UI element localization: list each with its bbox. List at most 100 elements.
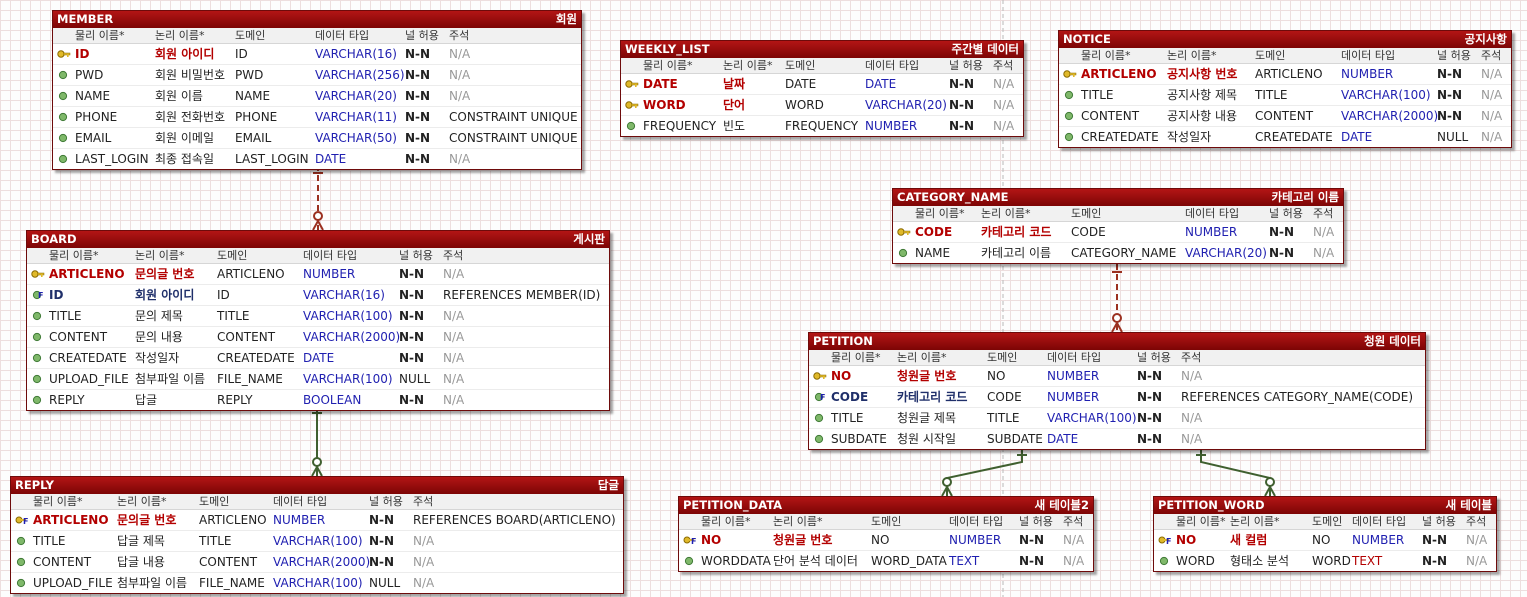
entity-pdata[interactable]: PETITION_DATA 새 테이블2 물리 이름* 논리 이름* 도메인 데이터 타입…	[678, 496, 1094, 572]
column-header-comment: 주석	[1063, 515, 1084, 528]
attribute-row[interactable]: UPLOAD_FILE 첨부파일 이름 FILE_NAME VARCHAR(100) N…	[27, 369, 609, 390]
data-type: NUMBER	[1047, 390, 1100, 404]
data-type: TEXT	[1352, 554, 1383, 568]
entity-category[interactable]: CATEGORY_NAME 카테고리 이름 물리 이름* 논리 이름* 도메인 데이터 타…	[892, 188, 1344, 264]
domain: FREQUENCY	[785, 119, 859, 133]
entity-header[interactable]: MEMBER 회원	[53, 11, 581, 28]
domain: WORD_DATA	[871, 554, 947, 568]
attribute-row[interactable]: NO 청원글 번호 NO NUMBER N-N N/A	[809, 366, 1425, 387]
attribute-row[interactable]: F NO 청원글 번호 NO NUMBER N-N N/A	[679, 530, 1093, 551]
entity-header[interactable]: CATEGORY_NAME 카테고리 이름	[893, 189, 1343, 206]
attribute-row[interactable]: CONTENT 공지사항 내용 CONTENT VARCHAR(2000) N-N N/A	[1059, 106, 1511, 127]
logical-name: 공지사항 제목	[1167, 88, 1238, 102]
attribute-row[interactable]: WORD 형태소 분석 WORD TEXT N-N N/A	[1154, 551, 1496, 571]
entity-board[interactable]: BOARD 게시판 물리 이름* 논리 이름* 도메인 데이터 타입 널 허용 주석 ARTIC…	[26, 230, 610, 411]
entity-header[interactable]: BOARD 게시판	[27, 231, 609, 248]
attribute-row[interactable]: ID 회원 아이디 ID VARCHAR(16) N-N N/A	[53, 44, 581, 65]
column-header-domain: 도메인	[1312, 515, 1343, 528]
entity-weekly[interactable]: WEEKLY_LIST 주간별 데이터 물리 이름* 논리 이름* 도메인 데이터 타입 널…	[620, 40, 1024, 137]
attribute-row[interactable]: PHONE 회원 전화번호 PHONE VARCHAR(11) N-N CONSTRAIN…	[53, 107, 581, 128]
column-icon	[813, 433, 827, 445]
logical-name: 작성일자	[1167, 130, 1212, 144]
column-header-logical-name: 논리 이름*	[773, 515, 823, 528]
comment: N/A	[1466, 554, 1488, 568]
entity-header[interactable]: PETITION 청원 데이터	[809, 333, 1425, 350]
attribute-row[interactable]: NAME 회원 이름 NAME VARCHAR(20) N-N N/A	[53, 86, 581, 107]
nullable: N-N	[399, 267, 425, 281]
attribute-row[interactable]: TITLE 답글 제목 TITLE VARCHAR(100) N-N N/A	[11, 531, 623, 552]
attribute-row[interactable]: WORD 단어 WORD VARCHAR(20) N-N N/A	[621, 95, 1023, 116]
nullable: NULL	[399, 372, 431, 386]
comment: N/A	[1481, 67, 1503, 81]
attribute-row[interactable]: CONTENT 답글 내용 CONTENT VARCHAR(2000) N-N N/A	[11, 552, 623, 573]
comment: N/A	[413, 534, 435, 548]
column-icon	[57, 90, 71, 102]
data-type: VARCHAR(11)	[315, 110, 397, 124]
data-type: DATE	[315, 152, 347, 166]
attribute-row[interactable]: CONTENT 문의 내용 CONTENT VARCHAR(2000) N-N N/A	[27, 327, 609, 348]
attribute-row[interactable]: NAME 카테고리 이름 CATEGORY_NAME VARCHAR(20) N-N N/…	[893, 243, 1343, 263]
attribute-row[interactable]: SUBDATE 청원 시작일 SUBDATE DATE N-N N/A	[809, 429, 1425, 449]
attribute-row[interactable]: F NO 새 컬럼 NO NUMBER N-N N/A	[1154, 530, 1496, 551]
attribute-row[interactable]: CREATEDATE 작성일자 CREATEDATE DATE NULL N/A	[1059, 127, 1511, 147]
attribute-row[interactable]: REPLY 답글 REPLY BOOLEAN N-N N/A	[27, 390, 609, 410]
logical-name: 회원 이메일	[155, 131, 215, 145]
attribute-row[interactable]: UPLOAD_FILE 첨부파일 이름 FILE_NAME VARCHAR(100) N…	[11, 573, 623, 593]
entity-notice[interactable]: NOTICE 공지사항 물리 이름* 논리 이름* 도메인 데이터 타입 널 허용 주석 ART…	[1058, 30, 1512, 148]
attribute-row[interactable]: FREQUENCY 빈도 FREQUENCY NUMBER N-N N/A	[621, 116, 1023, 136]
attribute-row[interactable]: LAST_LOGIN 최종 접속일 LAST_LOGIN DATE N-N N/A	[53, 149, 581, 169]
column-icon	[625, 120, 639, 132]
attribute-row[interactable]: TITLE 공지사항 제목 TITLE VARCHAR(100) N-N N/A	[1059, 85, 1511, 106]
entity-header[interactable]: REPLY 답글	[11, 477, 623, 494]
attribute-row[interactable]: EMAIL 회원 이메일 EMAIL VARCHAR(50) N-N CONSTRAINT…	[53, 128, 581, 149]
attribute-row[interactable]: CODE 카테고리 코드 CODE NUMBER N-N N/A	[893, 222, 1343, 243]
entity-member[interactable]: MEMBER 회원 물리 이름* 논리 이름* 도메인 데이터 타입 널 허용 주석 ID 회원 …	[52, 10, 582, 170]
domain: LAST_LOGIN	[235, 152, 309, 166]
foreign-key-icon: F	[31, 289, 45, 301]
attribute-row[interactable]: F ID 회원 아이디 ID VARCHAR(16) N-N REFERENCES MEMB…	[27, 285, 609, 306]
column-header-data-type: 데이터 타입	[1047, 351, 1102, 364]
entity-reply[interactable]: REPLY 답글 물리 이름* 논리 이름* 도메인 데이터 타입 널 허용 주석 F ARTIC…	[10, 476, 624, 594]
entity-header[interactable]: PETITION_DATA 새 테이블2	[679, 497, 1093, 514]
nullable: N-N	[1137, 432, 1163, 446]
logical-name: 단어 분석 데이터	[773, 554, 858, 568]
nullable: N-N	[399, 351, 425, 365]
entity-petition[interactable]: PETITION 청원 데이터 물리 이름* 논리 이름* 도메인 데이터 타입 널 허용 주…	[808, 332, 1426, 450]
physical-name: TITLE	[1081, 88, 1114, 102]
physical-name: CONTENT	[49, 330, 108, 344]
attribute-row[interactable]: CREATEDATE 작성일자 CREATEDATE DATE N-N N/A	[27, 348, 609, 369]
entity-label: 새 테이블	[1445, 498, 1492, 512]
logical-name: 청원글 번호	[773, 533, 833, 547]
logical-name: 문의글 번호	[135, 267, 195, 281]
entity-name: PETITION_WORD	[1158, 498, 1265, 512]
attribute-row[interactable]: TITLE 청원글 제목 TITLE VARCHAR(100) N-N N/A	[809, 408, 1425, 429]
column-header-domain: 도메인	[987, 351, 1018, 364]
nullable: NULL	[1437, 130, 1469, 144]
attribute-row[interactable]: F CODE 카테고리 코드 CODE NUMBER N-N REFERENCES CATE…	[809, 387, 1425, 408]
comment: N/A	[443, 351, 465, 365]
attribute-row[interactable]: DATE 날짜 DATE DATE N-N N/A	[621, 74, 1023, 95]
column-header-logical-name: 논리 이름*	[723, 59, 773, 72]
entity-header[interactable]: PETITION_WORD 새 테이블	[1154, 497, 1496, 514]
attribute-row[interactable]: ARTICLENO 문의글 번호 ARTICLENO NUMBER N-N N/A	[27, 264, 609, 285]
column-header-logical-name: 논리 이름*	[1167, 49, 1217, 62]
data-type: NUMBER	[865, 119, 918, 133]
column-header-comment: 주석	[1181, 351, 1202, 364]
attribute-row[interactable]: F ARTICLENO 문의글 번호 ARTICLENO NUMBER N-N REFERE…	[11, 510, 623, 531]
column-header-nullable: 널 허용	[369, 495, 403, 508]
domain: PHONE	[235, 110, 278, 124]
entity-name: WEEKLY_LIST	[625, 42, 710, 56]
attribute-row[interactable]: TITLE 문의 제목 TITLE VARCHAR(100) N-N N/A	[27, 306, 609, 327]
data-type: DATE	[303, 351, 335, 365]
nullable: N-N	[399, 330, 425, 344]
attribute-row[interactable]: PWD 회원 비밀번호 PWD VARCHAR(256) N-N N/A	[53, 65, 581, 86]
domain: TITLE	[199, 534, 232, 548]
entity-header[interactable]: WEEKLY_LIST 주간별 데이터	[621, 41, 1023, 58]
entity-pword[interactable]: PETITION_WORD 새 테이블 물리 이름* 논리 이름* 도메인 데이터 타입 널…	[1153, 496, 1497, 572]
attribute-row[interactable]: WORDDATA 단어 분석 데이터 WORD_DATA TEXT N-N N/A	[679, 551, 1093, 571]
domain: CATEGORY_NAME	[1071, 246, 1177, 260]
domain: CODE	[987, 390, 1022, 404]
entity-header[interactable]: NOTICE 공지사항	[1059, 31, 1511, 48]
column-header-physical-name: 물리 이름*	[75, 29, 125, 42]
attribute-row[interactable]: ARTICLENO 공지사항 번호 ARTICLENO NUMBER N-N N/A	[1059, 64, 1511, 85]
